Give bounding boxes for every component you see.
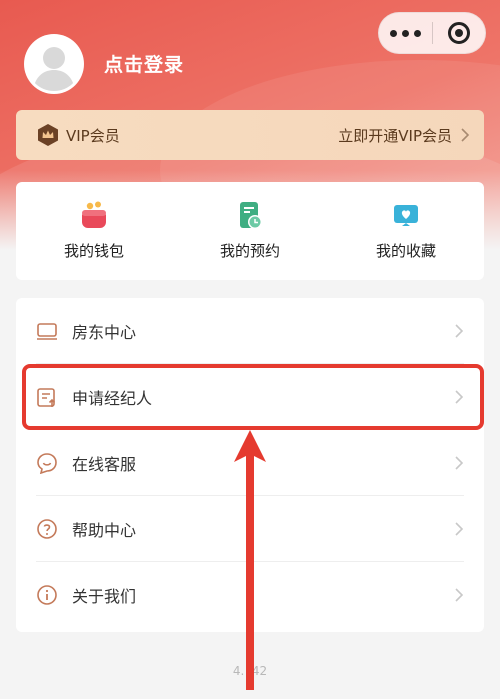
- quick-item-favorite[interactable]: 我的收藏: [328, 182, 484, 280]
- more-dots-icon: [414, 29, 421, 37]
- menu-item-landlord-center[interactable]: 房东中心: [16, 298, 484, 364]
- user-avatar-icon: [27, 37, 81, 91]
- menu-item-label: 帮助中心: [72, 521, 137, 540]
- close-miniprogram-button[interactable]: [433, 12, 485, 54]
- quick-item-label: 我的收藏: [375, 242, 436, 260]
- annotation-arrow-icon: [234, 430, 266, 690]
- chevron-right-icon: [455, 324, 464, 338]
- wallet-icon: [82, 201, 106, 228]
- miniprogram-capsule: [378, 12, 486, 54]
- menu-item-label: 申请经纪人: [72, 389, 153, 408]
- appointment-icon: [240, 202, 262, 229]
- vip-crown-icon: [38, 124, 58, 146]
- login-link[interactable]: 点击登录: [104, 50, 184, 77]
- chevron-right-icon: [455, 522, 464, 536]
- chevron-right-icon: [455, 390, 464, 404]
- chevron-right-icon: [461, 128, 470, 142]
- info-icon: [37, 585, 57, 605]
- more-options-button[interactable]: [379, 12, 432, 54]
- chevron-right-icon: [455, 588, 464, 602]
- menu-item-apply-agent[interactable]: 申请经纪人: [16, 364, 484, 430]
- menu-item-label: 关于我们: [72, 587, 137, 606]
- help-icon: [37, 519, 57, 539]
- quick-item-wallet[interactable]: 我的钱包: [16, 182, 172, 280]
- more-dots-icon: [402, 29, 409, 37]
- menu-item-label: 房东中心: [72, 323, 137, 342]
- vip-open-link[interactable]: 立即开通VIP会员: [338, 125, 452, 146]
- customer-service-icon: [37, 453, 57, 474]
- more-dots-icon: [390, 29, 397, 37]
- vip-banner[interactable]: VIP会员 立即开通VIP会员: [16, 110, 484, 160]
- quick-item-label: 我的预约: [219, 242, 280, 260]
- quick-item-appointment[interactable]: 我的预约: [172, 182, 328, 280]
- quick-actions-card: 我的钱包 我的预约 我的收藏: [16, 182, 484, 280]
- target-dot: [454, 29, 463, 37]
- landlord-icon: [37, 323, 57, 340]
- vip-label: VIP会员: [66, 126, 120, 145]
- apply-agent-icon: [37, 388, 56, 407]
- avatar[interactable]: [24, 34, 84, 94]
- target-icon: [447, 22, 470, 44]
- quick-item-label: 我的钱包: [63, 242, 124, 260]
- chevron-right-icon: [455, 456, 464, 470]
- favorite-icon: [394, 205, 418, 226]
- menu-item-label: 在线客服: [72, 455, 137, 474]
